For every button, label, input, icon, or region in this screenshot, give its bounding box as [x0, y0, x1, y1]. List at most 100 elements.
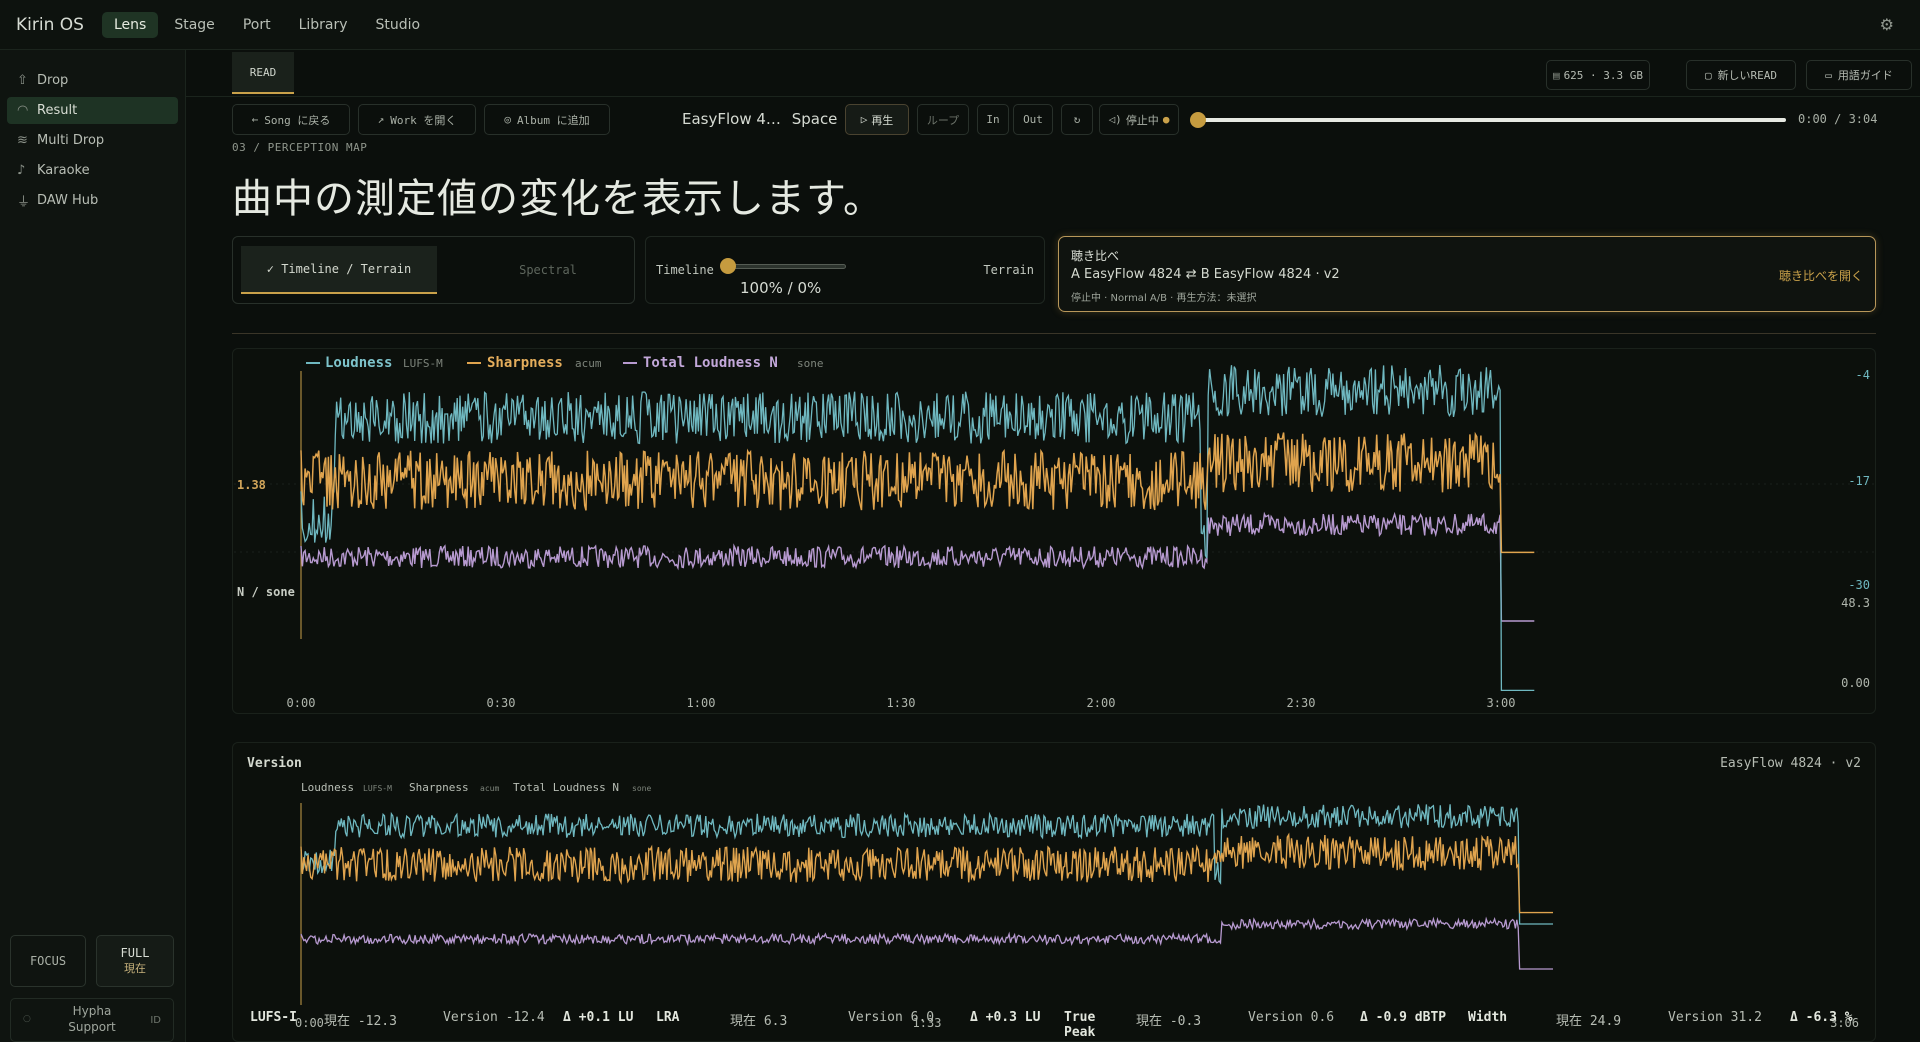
- gear-icon[interactable]: ⚙: [1880, 15, 1894, 34]
- back-to-song-button[interactable]: ← Song に戻る: [232, 104, 350, 135]
- sidebar: ⇧ Drop ◠ Result ≋ Multi Drop ♪ Karaoke ⏚…: [0, 50, 186, 1042]
- tab-lens[interactable]: Lens: [102, 11, 159, 38]
- new-read-button[interactable]: ▢ 新しいREAD: [1686, 60, 1796, 90]
- divider: [186, 96, 1920, 97]
- legend-loudness: Loudness: [301, 781, 354, 794]
- tab-port[interactable]: Port: [231, 12, 283, 38]
- perception-chart-svg[interactable]: Loudness LUFS-M Sharpness acum Total Lou…: [233, 349, 1877, 715]
- storage-label: 625 · 3.3 GB: [1563, 68, 1644, 82]
- playback-status: ◁) 停止中 ●: [1099, 104, 1179, 135]
- left-axis-label-sone: N / sone: [237, 585, 295, 599]
- x-tick-label: 1:00: [687, 696, 716, 710]
- add-to-album-button[interactable]: ◎ Album に追加: [484, 104, 610, 135]
- add-to-album-label: Album に追加: [516, 113, 590, 127]
- progress-track[interactable]: [1196, 118, 1786, 122]
- sidebar-item-label: Karaoke: [37, 163, 90, 178]
- right-tick-label: -4: [1856, 368, 1870, 382]
- blend-slider-handle[interactable]: [720, 258, 736, 274]
- blend-value: 100% / 0%: [740, 279, 822, 297]
- glossary-button[interactable]: ▭ 用語ガイド: [1806, 60, 1912, 90]
- sidebar-item-label: Drop: [37, 73, 69, 88]
- metric-width-now: 現在 24.9: [1556, 1014, 1622, 1029]
- mode-spectral[interactable]: Spectral: [473, 246, 623, 294]
- legend-total: Total Loudness N: [643, 355, 778, 371]
- tab-read[interactable]: READ: [232, 52, 294, 94]
- right-tick-label: -17: [1848, 474, 1870, 488]
- metric-width-delta: Δ -6.3 %: [1790, 1010, 1853, 1025]
- series-loudness: [300, 364, 1535, 692]
- metric-lufs-label: LUFS-I: [250, 1010, 297, 1025]
- sidebar-item-label: Multi Drop: [37, 133, 105, 148]
- tab-stage[interactable]: Stage: [162, 12, 226, 38]
- compare-tracks: A EasyFlow 4824 ⇄ B EasyFlow 4824 · v2: [1071, 267, 1340, 282]
- tab-studio[interactable]: Studio: [364, 12, 433, 38]
- ab-compare-card: 聴き比べ A EasyFlow 4824 ⇄ B EasyFlow 4824 ·…: [1058, 236, 1876, 312]
- sidebar-item-label: DAW Hub: [37, 193, 99, 208]
- full-label: FULL: [120, 946, 150, 960]
- reset-icon[interactable]: ↻: [1061, 104, 1093, 135]
- open-compare-button[interactable]: 聴き比べを開く: [1779, 267, 1863, 284]
- mic-icon: ♪: [17, 163, 26, 178]
- mode-timeline-terrain[interactable]: ✓ Timeline / Terrain: [241, 246, 437, 294]
- play-label: 再生: [871, 113, 894, 127]
- perception-chart: Loudness LUFS-M Sharpness acum Total Lou…: [232, 348, 1876, 714]
- sidebar-item-multi-drop[interactable]: ≋ Multi Drop: [7, 127, 178, 154]
- version-chart-svg[interactable]: Loudness LUFS-M Sharpness acum Total Lou…: [233, 779, 1877, 1039]
- legend-sharpness: Sharpness: [487, 355, 563, 371]
- brand-logo: Kirin OS: [16, 14, 84, 35]
- tab-library[interactable]: Library: [287, 12, 360, 38]
- storage-indicator: ▤ 625 · 3.3 GB: [1546, 60, 1650, 90]
- sidebar-item-result[interactable]: ◠ Result: [7, 97, 178, 124]
- section-label: 03 / PERCEPTION MAP: [232, 141, 368, 154]
- legend-total-unit: sone: [632, 784, 651, 793]
- metric-truepeak-now: 現在 -0.3: [1136, 1014, 1202, 1029]
- status-dot-icon: ●: [1162, 113, 1170, 126]
- disc-icon: ◎: [504, 113, 511, 126]
- right-tick-label: -30: [1848, 578, 1870, 592]
- version-title: Version: [247, 756, 302, 771]
- loop-button[interactable]: ループ: [917, 104, 969, 135]
- upload-icon: ⇧: [17, 73, 28, 88]
- out-point-button[interactable]: Out: [1013, 104, 1053, 135]
- sidebar-item-karaoke[interactable]: ♪ Karaoke: [7, 157, 178, 184]
- legend-sharpness-unit: acum: [480, 784, 499, 793]
- open-work-label: Work を開く: [390, 113, 457, 127]
- series-total-loudness: [300, 916, 1553, 970]
- status-dot-icon: ○: [23, 1014, 31, 1025]
- database-icon: ▤: [1552, 68, 1560, 82]
- play-button[interactable]: ▷ 再生: [845, 104, 909, 135]
- legend-loudness: Loudness: [325, 355, 392, 371]
- series-total-loudness: [300, 511, 1535, 622]
- metric-truepeak-version: Version 0.6: [1248, 1010, 1335, 1025]
- arrow-left-icon: ←: [251, 113, 259, 126]
- support-button[interactable]: ○ Hypha Support ID: [10, 998, 174, 1042]
- legend-total: Total Loudness N: [513, 781, 619, 794]
- metric-lra-now: 現在 6.3: [730, 1014, 788, 1029]
- progress-handle[interactable]: [1190, 112, 1206, 128]
- series-sharpness: [300, 431, 1535, 554]
- speaker-icon: ◁): [1108, 113, 1122, 126]
- compare-status: 停止中 · Normal A/B · 再生方法：未選択: [1071, 293, 1257, 304]
- x-tick-label: 0:30: [487, 696, 516, 710]
- metric-truepeak-delta: Δ -0.9 dBTP: [1360, 1010, 1447, 1025]
- x-tick-label: 3:00: [1487, 696, 1516, 710]
- full-button[interactable]: FULL 現在: [96, 935, 174, 987]
- playback-status-label: 停止中: [1125, 113, 1159, 127]
- x-tick-label: 2:30: [1287, 696, 1316, 710]
- left-axis-label-sharpness: 1.38: [237, 478, 266, 492]
- metric-lufs-version: Version -12.4: [443, 1010, 545, 1025]
- support-badge: ID: [150, 1014, 161, 1026]
- open-work-button[interactable]: ↗ Work を開く: [358, 104, 476, 135]
- blend-control: Timeline 100% / 0% Terrain: [645, 236, 1045, 304]
- full-current-label: 現在: [124, 962, 146, 975]
- metric-lufs-now: 現在 -12.3: [324, 1014, 397, 1029]
- focus-button[interactable]: FOCUS: [10, 935, 86, 987]
- in-point-button[interactable]: In: [977, 104, 1009, 135]
- version-panel: Version EasyFlow 4824 · v2 Loudness LUFS…: [232, 742, 1876, 1042]
- sidebar-item-label: Result: [37, 103, 78, 118]
- glossary-label: 用語ガイド: [1837, 69, 1893, 82]
- sidebar-item-daw-hub[interactable]: ⏚ DAW Hub: [7, 187, 178, 214]
- blend-slider[interactable]: [728, 264, 846, 269]
- sidebar-item-drop[interactable]: ⇧ Drop: [7, 67, 178, 94]
- compare-title: 聴き比べ: [1071, 249, 1120, 263]
